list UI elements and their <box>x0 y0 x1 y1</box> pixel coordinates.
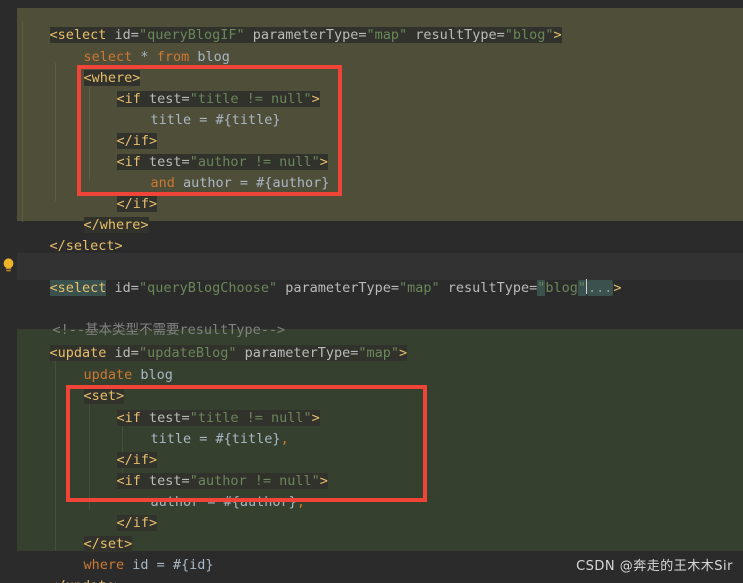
code-line-3[interactable]: <where> <box>51 47 141 86</box>
sql-expr-title: title = #{title} <box>150 112 281 128</box>
attr-resulttype-value: "blog" <box>504 27 554 43</box>
code-line-22[interactable]: <if test="author != null"> <box>84 450 328 489</box>
sql-table-blog-2: blog <box>132 367 173 383</box>
attr-parametertype-value-2: "map" <box>399 280 440 296</box>
code-line-19[interactable]: <if test="title != null"> <box>84 387 320 426</box>
code-line-21[interactable]: </if> <box>84 429 158 468</box>
attr-id-2: id= <box>106 280 139 296</box>
code-line-27[interactable]: </update> <box>17 555 123 583</box>
code-line-6[interactable]: </if> <box>84 110 158 149</box>
attr-parametertype: parameterType= <box>244 27 367 43</box>
folded-region-placeholder[interactable]: ... <box>587 280 614 296</box>
attr-resulttype-2: resultType= <box>439 280 538 296</box>
sql-comma-1: , <box>280 431 289 447</box>
code-line-10[interactable]: </where> <box>51 194 149 233</box>
code-line-28[interactable]: /mapper> <box>0 576 98 583</box>
attr-resulttype-quote-close: " <box>577 280 587 296</box>
code-line-17[interactable]: update blog <box>51 344 173 383</box>
code-line-18[interactable]: <set> <box>51 365 125 404</box>
attr-parametertype-value-3: "map" <box>358 345 400 361</box>
tag-select-close: </select> <box>49 238 123 254</box>
code-line-1[interactable]: <select id="queryBlogIF" parameterType="… <box>17 4 562 43</box>
sql-comma-2: , <box>296 494 305 510</box>
code-editor[interactable]: <select id="queryBlogIF" parameterType="… <box>0 0 743 583</box>
tag-select-open-gt: > <box>553 27 562 43</box>
code-line-23[interactable]: author = #{author}, <box>118 471 305 510</box>
code-line-7[interactable]: <if test="author != null"> <box>84 131 328 170</box>
sql-table-blog: blog <box>189 49 230 65</box>
attr-parametertype-3: parameterType= <box>236 345 359 361</box>
attr-id-value-2: "queryBlogChoose" <box>138 280 278 296</box>
tag-if-open-gt-1: > <box>311 91 320 107</box>
code-line-5[interactable]: title = #{title} <box>118 89 281 128</box>
code-line-8[interactable]: and author = #{author} <box>118 152 330 191</box>
sql-expr-author: author = #{author} <box>174 175 330 191</box>
attr-resulttype-value-2: blog <box>545 280 578 296</box>
csdn-watermark: CSDN @奔走的王木木Sir <box>576 559 733 574</box>
sql-expr-id: id = #{id} <box>124 557 214 573</box>
code-line-4[interactable]: <if test="title != null"> <box>84 68 320 107</box>
tag-if-open-gt-3: > <box>311 410 320 426</box>
tag-select-open-gt-2: > <box>613 280 622 296</box>
code-line-9[interactable]: </if> <box>84 173 158 212</box>
code-line-16[interactable]: <update id="updateBlog" parameterType="m… <box>17 322 408 361</box>
lightbulb-icon[interactable] <box>2 257 15 274</box>
code-line-26[interactable]: where id = #{id} <box>51 534 214 573</box>
code-line-11[interactable]: </select> <box>17 215 123 254</box>
code-line-2[interactable]: select * from blog <box>51 26 230 65</box>
code-line-13[interactable]: <select id="queryBlogChoose" parameterTy… <box>17 257 622 296</box>
sql-keyword-from: from <box>156 49 190 65</box>
code-line-15[interactable]: <!--基本类型不需要resultType--> <box>20 299 286 338</box>
attr-resulttype: resultType= <box>407 27 505 43</box>
sql-expr-author-2: author = #{author} <box>150 494 297 510</box>
attr-parametertype-value: "map" <box>366 27 408 43</box>
editor-gutter[interactable] <box>0 0 17 583</box>
code-line-20[interactable]: title = #{title}, <box>118 408 289 447</box>
tag-update-open-gt: > <box>399 345 408 361</box>
code-line-25[interactable]: </set> <box>51 513 133 552</box>
tag-if-open-gt-4: > <box>319 473 328 489</box>
tag-select-open-2: <select <box>49 280 107 296</box>
attr-parametertype-2: parameterType= <box>277 280 400 296</box>
sql-expr-title-2: title = #{title} <box>150 431 281 447</box>
code-line-24[interactable]: </if> <box>84 492 158 531</box>
